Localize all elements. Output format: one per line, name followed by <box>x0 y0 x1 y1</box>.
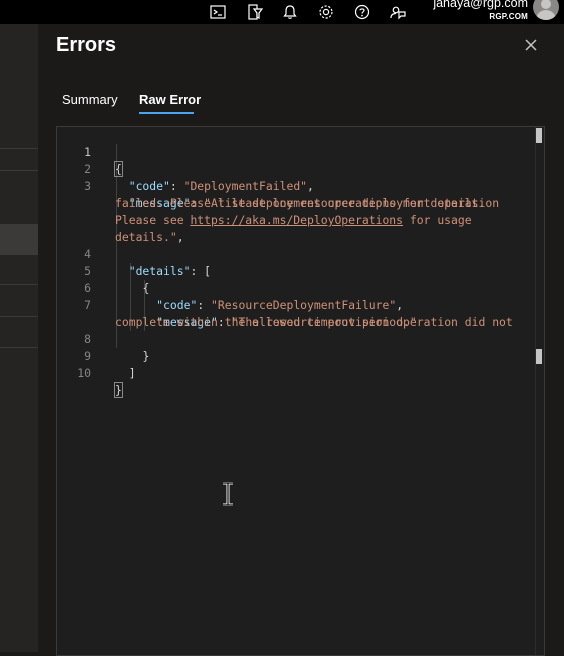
cloud-shell-icon[interactable] <box>209 3 227 21</box>
text-cursor-icon <box>223 482 233 506</box>
background-divider <box>0 148 38 149</box>
json-bracket: ] <box>128 366 136 380</box>
scrollbar-position-marker <box>536 349 542 364</box>
line-number: 10 <box>77 366 91 380</box>
blade-title: Errors <box>56 34 117 56</box>
errors-blade: Errors Summary Raw Error 1 { 2 "code": "… <box>38 24 564 656</box>
user-org[interactable]: RGP.COM <box>489 12 528 21</box>
code-line-wrapped: Please see https://aka.ms/DeployOperatio… <box>57 195 537 227</box>
background-panel <box>0 24 38 652</box>
active-tab-indicator <box>139 112 194 114</box>
code-line: 2 "code": "DeploymentFailed", <box>57 144 537 193</box>
top-bar: janaya@rgp.com RGP.COM <box>0 0 564 24</box>
code-line: 3 "message": "At least one resource depl… <box>57 161 537 210</box>
code-line: 10 } <box>57 348 537 398</box>
code-line-wrapped: failed. Please list deployment operation… <box>57 178 537 210</box>
settings-icon[interactable] <box>317 3 335 21</box>
tab-raw-error[interactable]: Raw Error <box>139 92 201 107</box>
tab-summary[interactable]: Summary <box>62 92 118 107</box>
raw-error-editor[interactable]: 1 { 2 "code": "DeploymentFailed", 3 "mes… <box>56 126 545 656</box>
code-line: 7 "message": "The resource provision ope… <box>57 280 537 329</box>
directory-filter-icon[interactable] <box>246 3 264 21</box>
json-brace: } <box>114 382 123 398</box>
code-line: 5 { <box>57 246 537 295</box>
background-selected-row <box>0 224 38 255</box>
code-line: 8 } <box>57 314 537 363</box>
scrollbar-thumb[interactable] <box>536 128 542 143</box>
background-divider <box>0 284 38 285</box>
avatar[interactable] <box>533 0 559 20</box>
feedback-icon[interactable] <box>389 3 407 21</box>
code-line-wrapped: details.", <box>115 230 184 244</box>
code-line: 9 ] <box>57 331 537 380</box>
user-name[interactable]: janaya@rgp.com <box>433 0 528 10</box>
notifications-icon[interactable] <box>281 3 299 21</box>
editor-scrollbar[interactable] <box>535 127 544 655</box>
code-line: 1 { <box>57 127 537 177</box>
code-line: 6 "code": "ResourceDeploymentFailure", <box>57 263 537 312</box>
code-line: 4 "details": [ <box>57 229 537 278</box>
close-icon[interactable] <box>524 38 538 52</box>
code-line-wrapped: complete within the allowed timeout peri… <box>57 297 537 329</box>
help-icon[interactable] <box>353 3 371 21</box>
background-divider <box>0 347 38 348</box>
background-divider <box>0 316 38 317</box>
background-divider <box>0 170 38 171</box>
